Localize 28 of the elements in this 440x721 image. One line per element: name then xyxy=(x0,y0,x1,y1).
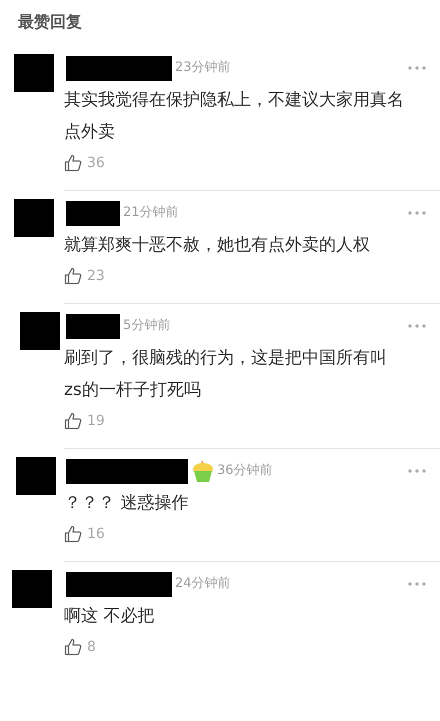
comment-text: 就算郑爽十恶不赦，她也有点外卖的人权 xyxy=(64,234,370,257)
like-count: 36 xyxy=(87,154,105,172)
comment-time: 5分钟前 xyxy=(123,317,170,336)
comment-text: ？？？ 迷惑操作 xyxy=(64,492,188,515)
like-count: 23 xyxy=(87,266,105,286)
more-icon[interactable] xyxy=(408,211,426,215)
comment-time: 23分钟前 xyxy=(175,59,231,78)
section-title: 最赞回复 xyxy=(18,12,82,31)
redaction-bar xyxy=(66,314,120,338)
comment-text: 其实我觉得在保护隐私上，不建议大家用真名点外卖 xyxy=(64,89,404,144)
thumbs-up-icon[interactable] xyxy=(64,267,82,285)
comment-text: 刷到了，很脑残的行为，这是把中国所有叫zs的一杆子打死吗 xyxy=(64,347,388,402)
like-count: 19 xyxy=(87,412,105,430)
thumbs-up-icon[interactable] xyxy=(64,638,82,656)
more-icon[interactable] xyxy=(408,324,426,328)
more-icon[interactable] xyxy=(408,582,426,586)
comment-text: 啊这 不必把 xyxy=(64,605,154,628)
thumbs-up-icon[interactable] xyxy=(64,154,82,172)
like-count: 16 xyxy=(87,524,105,544)
like-count: 8 xyxy=(87,638,96,656)
comment-time: 24分钟前 xyxy=(175,575,231,594)
comment-time: 21分钟前 xyxy=(123,204,179,222)
thumbs-up-icon[interactable] xyxy=(64,525,82,543)
more-icon[interactable] xyxy=(408,66,426,70)
thumbs-up-icon[interactable] xyxy=(64,412,82,430)
more-icon[interactable] xyxy=(408,469,426,473)
comment-time: 36分钟前 xyxy=(217,462,273,480)
redaction-bar xyxy=(66,200,120,226)
